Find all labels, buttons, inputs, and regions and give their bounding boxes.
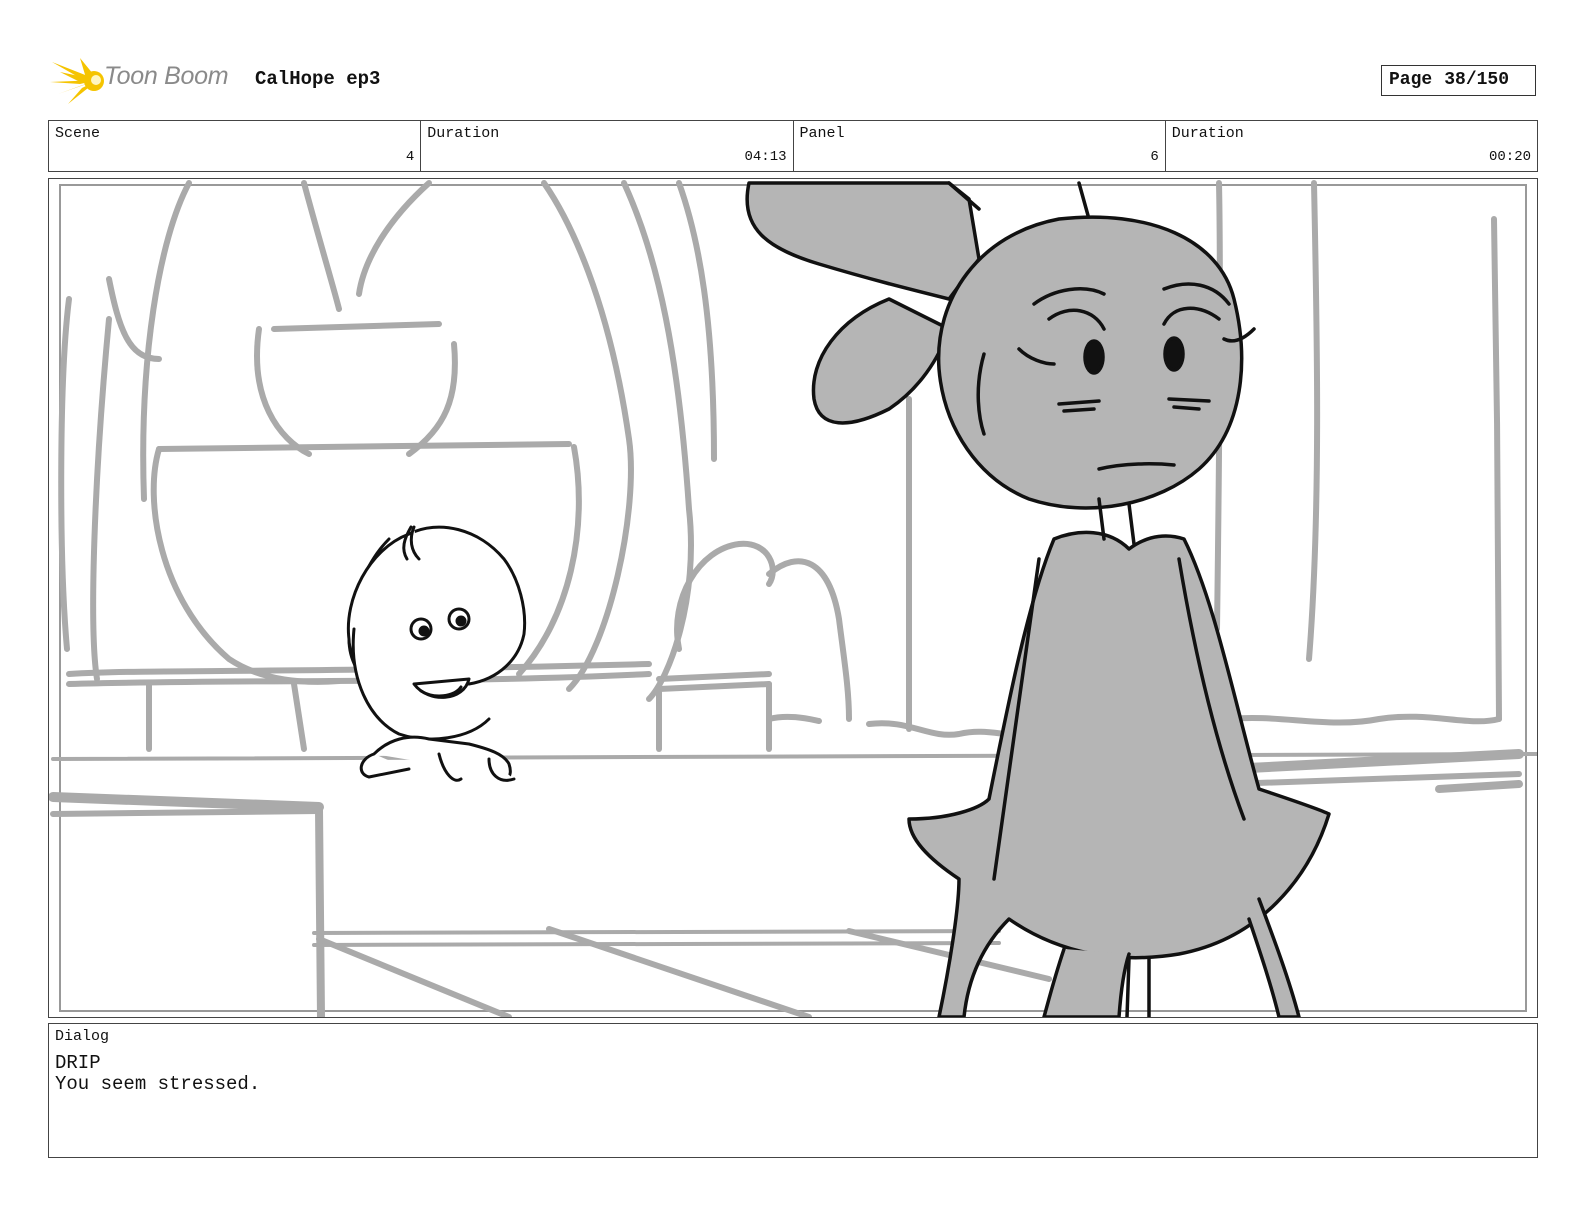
scene-duration-value: 04:13 bbox=[744, 149, 787, 165]
scene-value: 4 bbox=[405, 149, 415, 165]
background-sketch bbox=[49, 180, 1537, 1017]
dialog-label: Dialog bbox=[55, 1028, 110, 1045]
dialog-line: You seem stressed. bbox=[55, 1073, 261, 1095]
page-number: 38/150 bbox=[1444, 70, 1510, 90]
starburst-icon bbox=[50, 58, 104, 104]
page-label: Page bbox=[1389, 70, 1433, 90]
panel-info-bar: Scene 4 Duration 04:13 Panel 6 Duration … bbox=[48, 120, 1538, 172]
dialog-speaker: DRIP bbox=[55, 1052, 101, 1074]
project-title: CalHope ep3 bbox=[255, 68, 381, 90]
panel-duration-label: Duration bbox=[1171, 125, 1244, 142]
panel-duration-cell: Duration 00:20 bbox=[1166, 121, 1537, 171]
panel-value: 6 bbox=[1150, 149, 1159, 165]
scene-label: Scene bbox=[55, 125, 101, 142]
scene-cell: Scene 4 bbox=[49, 121, 422, 171]
logo-text: Toon Boom bbox=[104, 62, 229, 90]
scene-duration-cell: Duration 04:13 bbox=[421, 121, 794, 171]
safe-frame bbox=[59, 184, 1527, 1012]
storyboard-panel bbox=[48, 178, 1538, 1018]
panel-duration-value: 00:20 bbox=[1488, 149, 1531, 165]
panel-sketch bbox=[49, 180, 1537, 1017]
toon-boom-logo: Toon Boom bbox=[50, 56, 240, 106]
panel-label: Panel bbox=[799, 125, 845, 142]
dialog-box: Dialog DRIP You seem stressed. bbox=[48, 1023, 1538, 1158]
panel-cell: Panel 6 bbox=[794, 121, 1166, 171]
drip-character bbox=[346, 525, 527, 782]
page-indicator: Page 38/150 bbox=[1381, 65, 1536, 96]
scene-duration-label: Duration bbox=[427, 125, 500, 142]
